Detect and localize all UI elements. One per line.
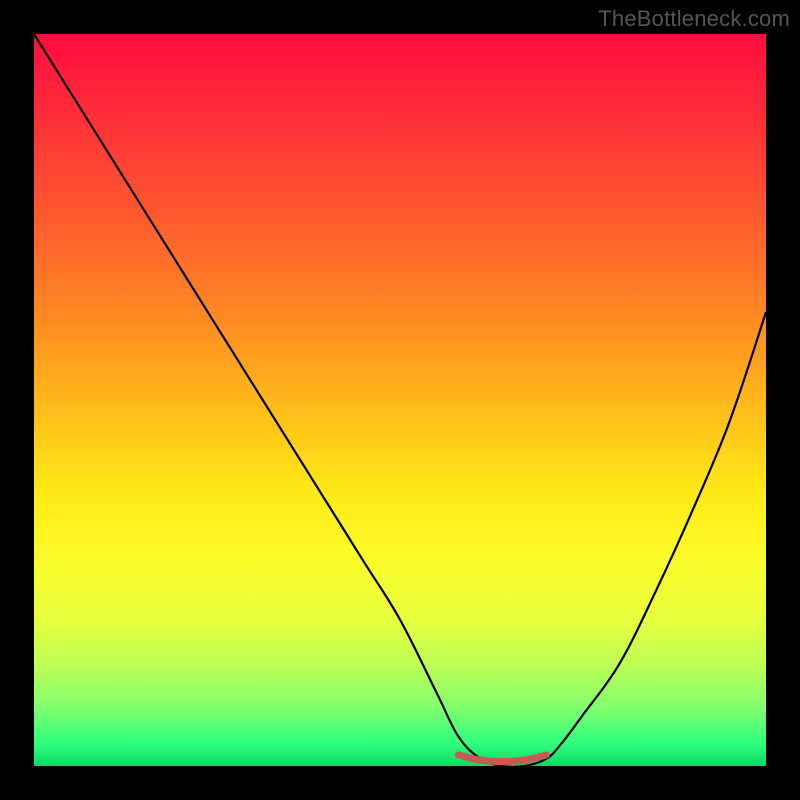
chart-frame: TheBottleneck.com	[0, 0, 800, 800]
bottleneck-curve	[34, 34, 766, 767]
plot-area	[34, 34, 766, 766]
watermark-text: TheBottleneck.com	[598, 6, 790, 32]
curve-svg	[34, 34, 766, 766]
accent-segment	[459, 755, 547, 762]
